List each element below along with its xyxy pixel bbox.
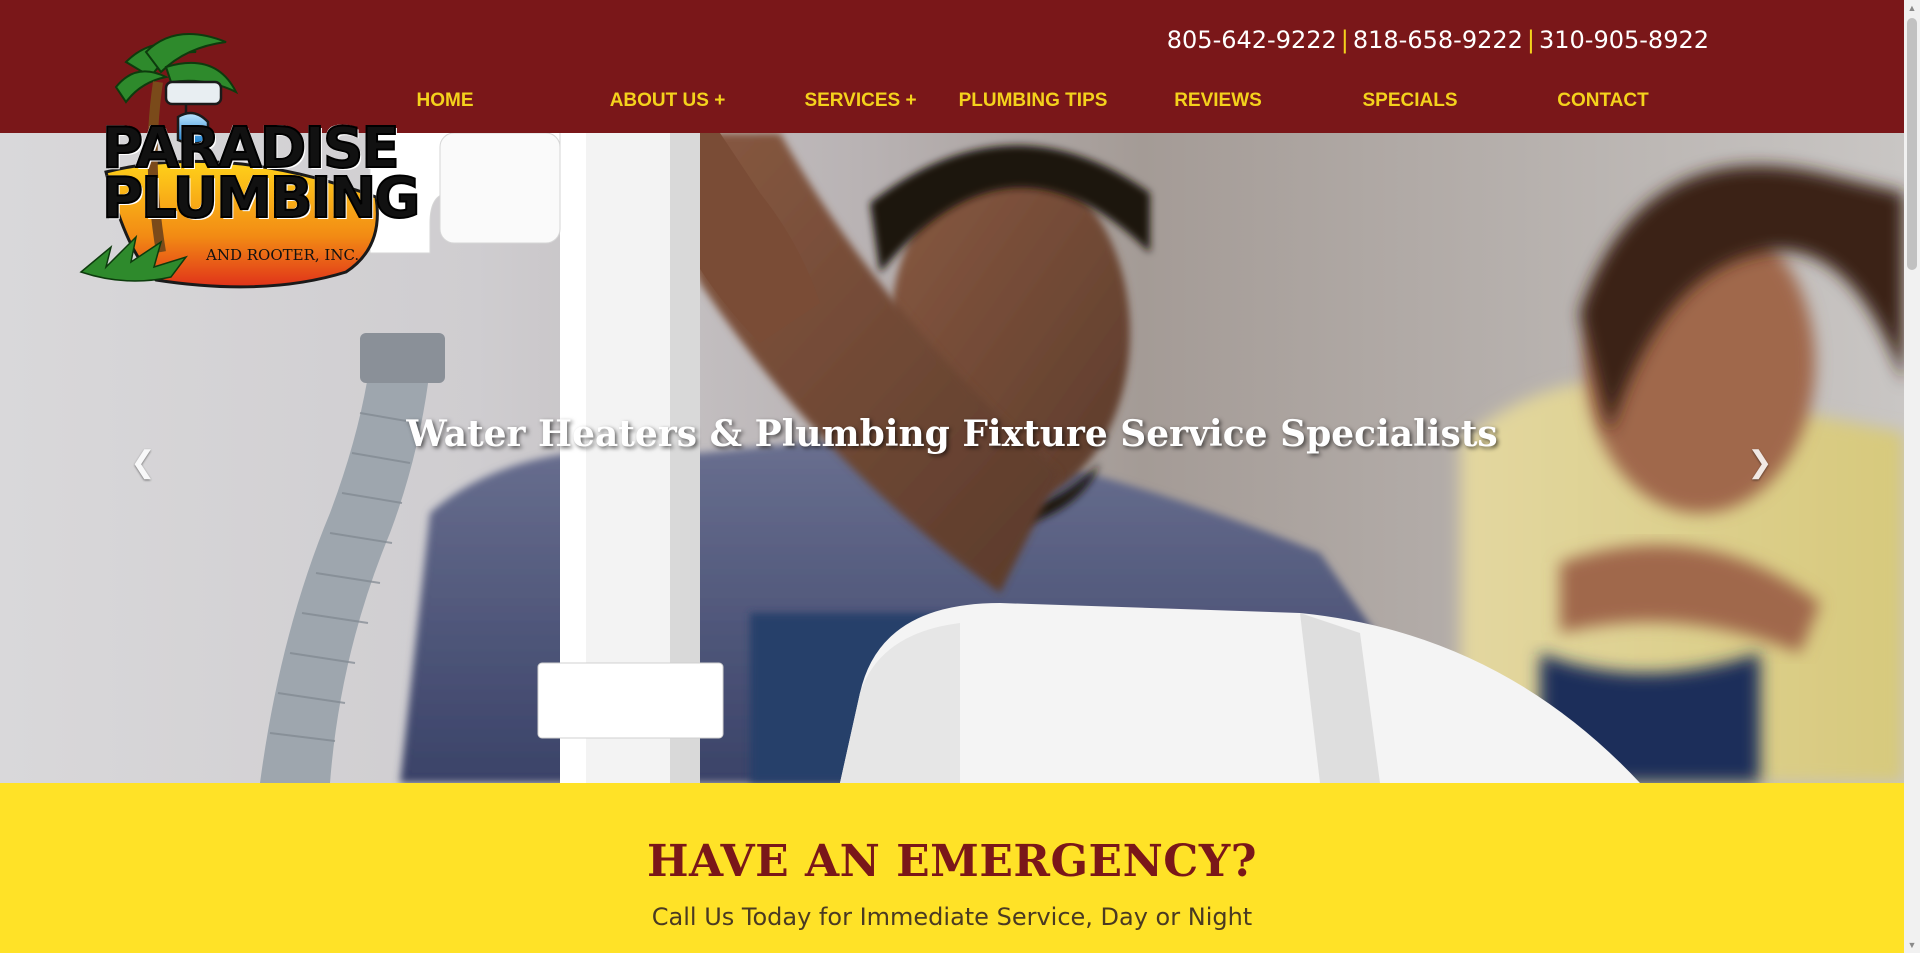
scroll-thumb[interactable]: [1907, 18, 1917, 270]
phone-numbers: 805-642-9222 | 818-658-9222 | 310-905-8922: [1167, 26, 1709, 54]
emergency-section: HAVE AN EMERGENCY? Call Us Today for Imm…: [0, 783, 1904, 953]
page-scrollbar[interactable]: ▲ ▼: [1904, 0, 1920, 953]
logo-line-2: PLUMBING: [101, 166, 421, 231]
nav-item-contact[interactable]: CONTACT: [1538, 90, 1668, 112]
scroll-down-icon[interactable]: ▼: [1904, 937, 1920, 953]
nav-item-plumbing-tips[interactable]: PLUMBING TIPS: [953, 90, 1113, 112]
nav-item-services[interactable]: SERVICES +: [778, 90, 943, 112]
chevron-right-icon: ❯: [1747, 446, 1773, 479]
logo-tagline: AND ROOTER, INC.: [206, 246, 360, 264]
carousel-next-button[interactable]: ❯: [1745, 443, 1775, 483]
logo-text: PARADISE PLUMBING: [101, 120, 421, 231]
emergency-title: HAVE AN EMERGENCY?: [646, 836, 1258, 887]
phone-link-2[interactable]: 818-658-9222: [1353, 26, 1523, 54]
emergency-subtitle: Call Us Today for Immediate Service, Day…: [651, 903, 1253, 931]
nav-item-about-us[interactable]: ABOUT US +: [585, 90, 750, 112]
nav-item-reviews[interactable]: REVIEWS: [1153, 90, 1283, 112]
phone-link-1[interactable]: 805-642-9222: [1167, 26, 1337, 54]
scroll-up-icon[interactable]: ▲: [1904, 0, 1920, 16]
paradise-plumbing-logo[interactable]: PARADISE PLUMBING AND ROOTER, INC.: [66, 22, 421, 302]
phone-link-3[interactable]: 310-905-8922: [1539, 26, 1709, 54]
main-nav: HOME ABOUT US + SERVICES + PLUMBING TIPS…: [360, 84, 1720, 118]
hero-caption: Water Heaters & Plumbing Fixture Service…: [406, 413, 1498, 455]
chevron-left-icon: ❮: [130, 446, 156, 479]
phone-separator: |: [1526, 26, 1535, 54]
carousel-prev-button[interactable]: ❮: [128, 443, 158, 483]
phone-separator: |: [1340, 26, 1349, 54]
nav-item-specials[interactable]: SPECIALS: [1345, 90, 1475, 112]
